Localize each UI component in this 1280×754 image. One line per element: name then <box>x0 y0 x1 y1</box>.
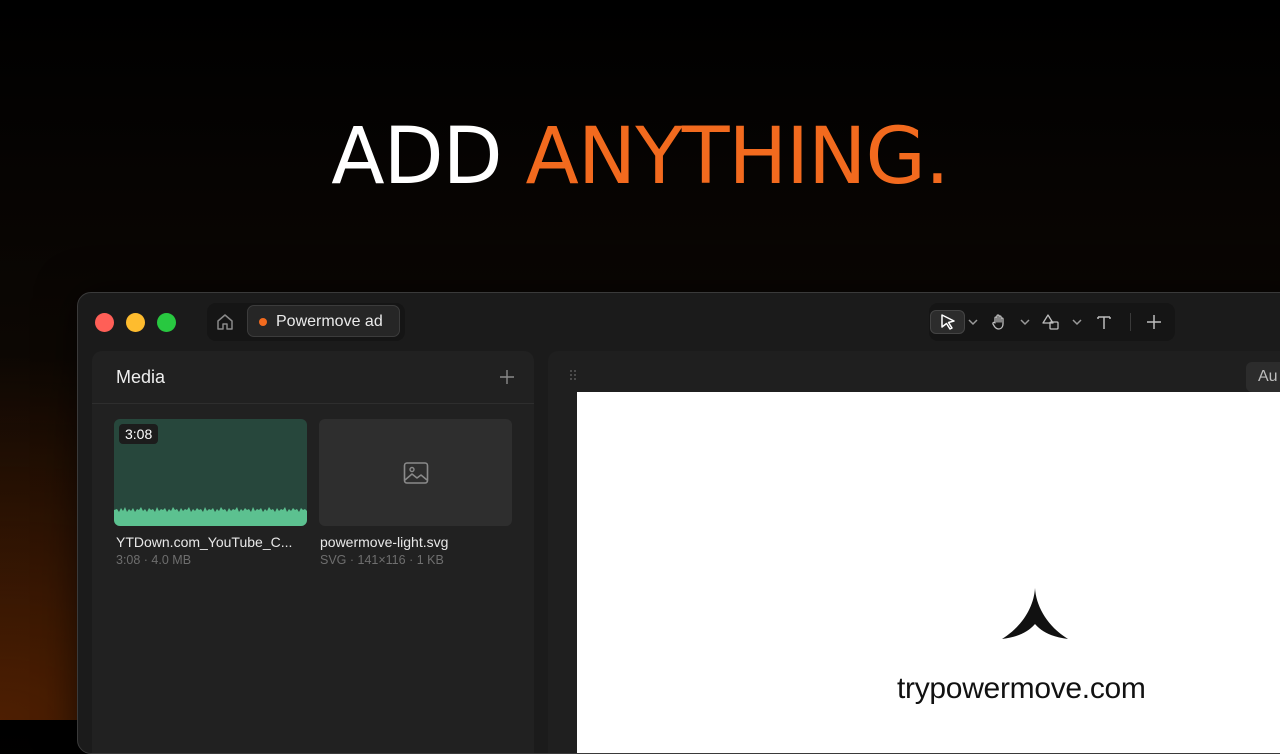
artboard-website-text: trypowermove.com <box>897 672 1146 705</box>
media-panel: Media 3:08 YTDown.com_YouTube_C... 3:08 … <box>92 351 534 753</box>
app-window: Powermove ad Media 3:08 YTDown.com_YouTu… <box>77 292 1280 754</box>
select-tool-dropdown[interactable] <box>967 310 979 334</box>
media-item-video-name[interactable]: YTDown.com_YouTube_C... <box>116 534 292 550</box>
text-tool-button[interactable] <box>1092 310 1116 334</box>
canvas-panel: Au trypowermove.com <box>548 351 1280 753</box>
headline-word-1: ADD <box>331 112 502 202</box>
duration-badge: 3:08 <box>119 424 159 444</box>
select-tool-button[interactable] <box>930 310 965 334</box>
home-icon[interactable] <box>215 312 235 332</box>
select-pointer-icon <box>940 314 955 330</box>
headline-word-2: ANYTHING. <box>525 112 950 202</box>
add-media-icon[interactable] <box>498 368 516 386</box>
tab-bar: Powermove ad <box>207 303 405 341</box>
headline: ADD ANYTHING. <box>0 112 1280 202</box>
divider <box>92 403 534 404</box>
waveform-icon <box>114 507 307 526</box>
hand-icon <box>992 314 1004 330</box>
image-placeholder-icon <box>403 462 429 484</box>
chevron-down-icon <box>968 319 978 326</box>
media-panel-title: Media <box>116 367 166 387</box>
add-icon <box>1147 315 1161 329</box>
hand-tool-button[interactable] <box>987 310 1011 334</box>
media-item-image-meta: SVG · 141×116 · 1 KB <box>320 553 444 567</box>
close-window-button[interactable] <box>95 313 114 332</box>
tab-powermove-ad[interactable]: Powermove ad <box>247 305 400 337</box>
media-item-video-meta: 3:08 · 4.0 MB <box>116 553 192 567</box>
artboard[interactable]: trypowermove.com <box>577 392 1280 753</box>
chevron-down-icon <box>1072 319 1082 326</box>
unsaved-dot-icon <box>259 318 267 326</box>
media-item-image-thumbnail[interactable] <box>319 419 512 526</box>
text-icon <box>1097 316 1111 329</box>
auto-button[interactable]: Au <box>1246 362 1280 392</box>
toolbar-divider <box>1130 313 1131 331</box>
tool-palette <box>929 303 1175 341</box>
media-item-video-thumbnail[interactable]: 3:08 <box>114 419 307 526</box>
hand-tool-dropdown[interactable] <box>1019 310 1031 334</box>
add-button[interactable] <box>1142 310 1166 334</box>
shapes-tool-dropdown[interactable] <box>1071 310 1083 334</box>
drag-handle-icon[interactable] <box>568 369 578 381</box>
minimize-window-button[interactable] <box>126 313 145 332</box>
media-item-image-name[interactable]: powermove-light.svg <box>320 534 448 550</box>
powermove-logo-icon <box>1002 588 1068 639</box>
shapes-icon <box>1042 314 1059 330</box>
maximize-window-button[interactable] <box>157 313 176 332</box>
shapes-tool-button[interactable] <box>1039 310 1063 334</box>
tab-label: Powermove ad <box>276 313 383 330</box>
chevron-down-icon <box>1020 319 1030 326</box>
